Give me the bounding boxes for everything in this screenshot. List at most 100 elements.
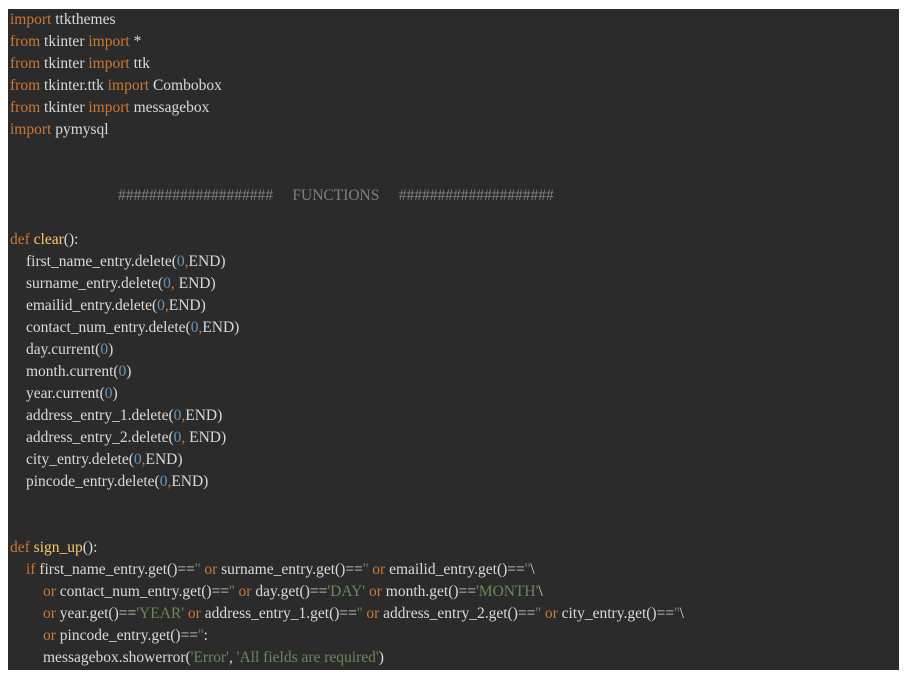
keyword-token: or <box>204 561 218 578</box>
number-token: 0 <box>176 253 185 270</box>
keyword-token: or <box>187 605 201 622</box>
text-token: pincode_entry.get()== <box>55 627 199 644</box>
text-token: day.current( <box>26 341 101 358</box>
code-line: year.current(0) <box>26 383 118 405</box>
code-line: surname_entry.delete(0, END) <box>26 273 216 295</box>
keyword-token: or <box>238 583 252 600</box>
text-token: Combobox <box>149 77 222 94</box>
text-token: \ <box>538 583 543 600</box>
text-token: tkinter.ttk <box>40 77 108 94</box>
keyword-token: from <box>10 99 41 116</box>
text-token: day.get()== <box>251 583 328 600</box>
text-token: END) <box>168 297 206 314</box>
number-token: 0 <box>104 385 113 402</box>
text-token: city_entry.delete( <box>26 451 134 468</box>
keyword-token: import <box>10 11 52 28</box>
code-line: contact_num_entry.delete(0,END) <box>26 317 239 339</box>
text-token: year.current( <box>26 385 105 402</box>
code-line: address_entry_1.delete(0,END) <box>26 405 222 427</box>
code-line: address_entry_2.delete(0, END) <box>26 427 226 449</box>
code-line: city_entry.delete(0,END) <box>26 449 183 471</box>
keyword-token: or <box>43 627 56 644</box>
text-token: : <box>203 627 208 644</box>
keyword-token: def <box>10 231 30 248</box>
text-token: messagebox <box>129 99 210 116</box>
code-line: first_name_entry.delete(0,END) <box>26 251 226 273</box>
text-token: contact_num_entry.get()== <box>55 583 230 600</box>
keyword-token: or <box>43 583 56 600</box>
code-line: import pymysql <box>10 119 109 141</box>
text-token: (): <box>63 231 79 248</box>
code-line: month.current(0) <box>26 361 131 383</box>
string-token: 'All fields are required' <box>236 649 379 666</box>
code-line: day.current(0) <box>26 339 113 361</box>
code-line: or pincode_entry.get()=='': <box>43 625 208 647</box>
text-token: (): <box>82 539 98 556</box>
code-line: from tkinter import * <box>10 31 141 53</box>
text-token: ) <box>378 649 384 666</box>
code-line: import ttkthemes <box>10 9 116 31</box>
text-token: month.get()== <box>381 583 476 600</box>
code-line: def sign_up(): <box>10 537 97 559</box>
code-line: def clear(): <box>10 229 78 251</box>
code-line: if first_name_entry.get()=='' or surname… <box>26 559 535 581</box>
text-token: END) <box>185 407 223 424</box>
text-token: END) <box>202 319 240 336</box>
code-line: from tkinter import ttk <box>10 53 150 75</box>
text-token: ) <box>126 363 132 380</box>
text-token: ) <box>108 341 114 358</box>
text-token: * <box>129 33 142 50</box>
code-line: #################### FUNCTIONS #########… <box>118 185 554 207</box>
function-name-token: sign_up <box>33 539 83 556</box>
text-token: address_entry_1.delete( <box>26 407 174 424</box>
text-token: ttk <box>129 55 150 72</box>
code-line: from tkinter import messagebox <box>10 97 209 119</box>
text-token: contact_num_entry.delete( <box>26 319 191 336</box>
keyword-token: or <box>368 583 382 600</box>
text-token: END) <box>188 253 226 270</box>
string-token: 'YEAR' <box>136 605 185 622</box>
text-token: tkinter <box>40 33 89 50</box>
text-token: END) <box>185 429 227 446</box>
keyword-token: or <box>544 605 558 622</box>
keyword-token: import <box>88 99 130 116</box>
text-token: messagebox.showerror( <box>43 649 191 666</box>
code-line: or year.get()=='YEAR' or address_entry_1… <box>43 603 684 625</box>
text-token: tkinter <box>40 99 89 116</box>
text-token: ttkthemes <box>51 11 116 28</box>
text-token: address_entry_2.get()== <box>379 605 536 622</box>
function-name-token: clear <box>33 231 64 248</box>
comment-token: #################### FUNCTIONS #########… <box>118 187 554 204</box>
number-token: 0 <box>133 451 142 468</box>
text-token: END) <box>145 451 183 468</box>
text-token: , <box>228 649 237 666</box>
text-token: year.get()== <box>55 605 137 622</box>
keyword-token: from <box>10 55 41 72</box>
code-editor[interactable]: import ttkthemes from tkinter import * fro… <box>8 9 899 670</box>
code-line: emailid_entry.delete(0,END) <box>26 295 206 317</box>
keyword-token: or <box>43 605 56 622</box>
keyword-token: import <box>88 33 130 50</box>
keyword-token: from <box>10 33 41 50</box>
text-token: END) <box>171 473 209 490</box>
text-token: pymysql <box>51 121 109 138</box>
text-token: ) <box>112 385 118 402</box>
text-token: address_entry_1.get()== <box>200 605 357 622</box>
keyword-token: from <box>10 77 41 94</box>
text-token: emailid_entry.get()== <box>385 561 525 578</box>
text-token: surname_entry.get()== <box>217 561 363 578</box>
text-token: \ <box>530 561 535 578</box>
keyword-token: or <box>372 561 386 578</box>
text-token: first_name_entry.get()== <box>35 561 195 578</box>
code-line: pincode_entry.delete(0,END) <box>26 471 208 493</box>
keyword-token: import <box>88 55 130 72</box>
number-token: 0 <box>163 275 171 292</box>
keyword-token: import <box>107 77 150 94</box>
code-line: from tkinter.ttk import Combobox <box>10 75 222 97</box>
code-line: messagebox.showerror('Error', 'All field… <box>43 647 384 669</box>
text-token: emailid_entry.delete( <box>26 297 158 314</box>
text-token: surname_entry.delete( <box>26 275 164 292</box>
string-token: 'DAY' <box>327 583 366 600</box>
string-token: 'MONTH' <box>476 583 539 600</box>
text-token: pincode_entry.delete( <box>26 473 160 490</box>
